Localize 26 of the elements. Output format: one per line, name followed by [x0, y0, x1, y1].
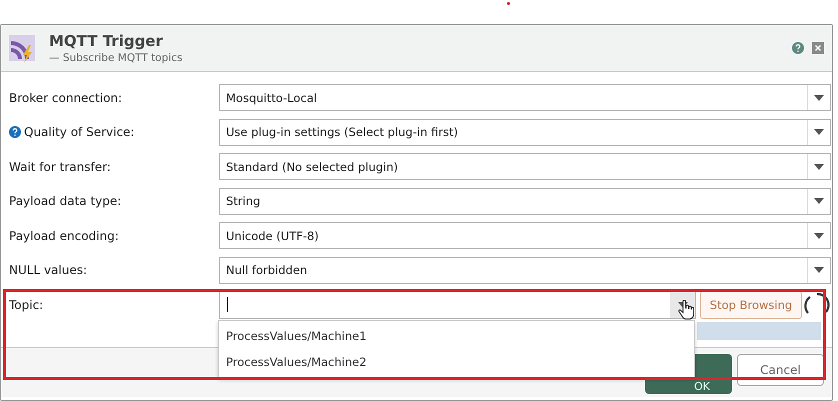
- field-label: Broker connection:: [9, 90, 122, 104]
- dropdown-field[interactable]: Use plug-in settings (Select plug-in first): [219, 118, 831, 146]
- window-title: MQTT Trigger: [49, 32, 164, 50]
- dropdown-field[interactable]: Null forbidden: [219, 256, 831, 284]
- help-icon[interactable]: [9, 126, 21, 138]
- stop-browsing-button[interactable]: Stop Browsing: [700, 290, 802, 318]
- field-label: Quality of Service:: [24, 125, 134, 139]
- field-label: Topic:: [9, 298, 44, 312]
- cancel-button[interactable]: Cancel: [737, 354, 824, 386]
- text-cursor: [227, 297, 228, 312]
- dropdown-field[interactable]: String: [219, 188, 831, 214]
- window-subtitle: — Subscribe MQTT topics: [49, 52, 184, 64]
- field-label: Payload data type:: [9, 194, 122, 208]
- dropdown-option[interactable]: ProcessValues/Machine1: [219, 323, 694, 349]
- topic-field[interactable]: [219, 290, 696, 318]
- dot-mark: [507, 2, 510, 5]
- field-label: Payload encoding:: [9, 228, 119, 242]
- help-icon[interactable]: [792, 42, 804, 54]
- dropdown-field[interactable]: Standard (No selected plugin): [219, 153, 831, 180]
- dropdown-field[interactable]: Mosquitto-Local: [219, 84, 831, 111]
- field-label: Wait for transfer:: [9, 160, 111, 174]
- dropdown-field[interactable]: Unicode (UTF-8): [219, 222, 831, 249]
- close-icon[interactable]: [812, 42, 824, 54]
- signal-icon: [9, 33, 37, 63]
- dropdown-option[interactable]: ProcessValues/Machine2: [219, 349, 694, 375]
- field-label: NULL values:: [9, 263, 88, 277]
